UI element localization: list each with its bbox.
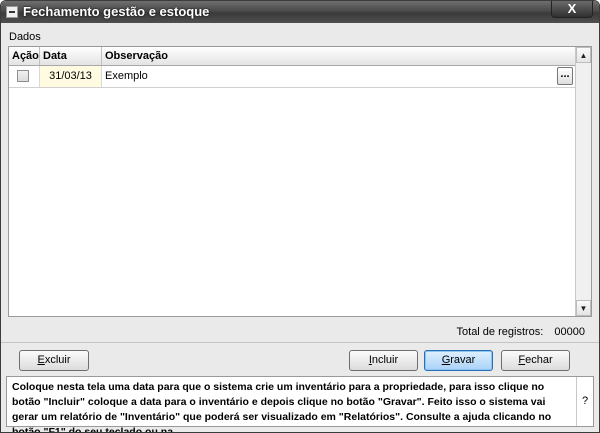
observacao-cell[interactable]: Exemplo ... — [102, 66, 575, 87]
system-menu-icon[interactable] — [6, 6, 18, 18]
date-cell[interactable]: 31/03/13 — [40, 66, 102, 87]
fechar-button[interactable]: Fechar — [501, 350, 570, 371]
excluir-mnemonic: E — [37, 354, 45, 366]
excluir-label: xcluir — [44, 354, 71, 366]
scroll-up-icon[interactable]: ▲ — [576, 47, 591, 63]
column-header-data[interactable]: Data — [40, 47, 102, 65]
scroll-down-icon[interactable]: ▼ — [576, 300, 591, 316]
gravar-mnemonic: G — [441, 354, 451, 366]
vertical-scrollbar[interactable]: ▲ ▼ — [575, 47, 591, 316]
total-value: 00000 — [554, 326, 585, 338]
gravar-label: ravar — [450, 354, 476, 366]
data-grid: Ação Data Observação 31/03/13 Exemplo ..… — [8, 46, 592, 317]
column-header-observacao[interactable]: Observação — [102, 47, 575, 65]
title-bar: Fechamento gestão e estoque X — [1, 1, 599, 23]
acao-checkbox[interactable] — [17, 70, 29, 82]
help-panel: Coloque nesta tela uma data para que o s… — [6, 376, 594, 432]
help-question-icon[interactable]: ? — [576, 377, 593, 426]
total-registros: Total de registros: 00000 — [457, 326, 585, 338]
incluir-button[interactable]: Incluir — [349, 350, 418, 371]
observacao-text: Exemplo — [105, 70, 148, 82]
gravar-button[interactable]: Gravar — [424, 350, 493, 371]
fechar-label: echar — [525, 354, 553, 366]
excluir-button[interactable]: Excluir — [19, 350, 89, 371]
acao-cell — [9, 66, 40, 87]
column-header-acao[interactable]: Ação — [9, 47, 40, 65]
table-row[interactable]: 31/03/13 Exemplo ... — [9, 66, 575, 88]
ellipsis-button[interactable]: ... — [557, 67, 573, 85]
total-label: Total de registros: — [456, 326, 544, 338]
close-button[interactable]: X — [551, 1, 593, 18]
help-text: Coloque nesta tela uma data para que o s… — [12, 381, 552, 433]
window: Fechamento gestão e estoque X Dados Ação… — [0, 0, 600, 433]
section-label: Dados — [9, 31, 41, 43]
incluir-label: ncluir — [371, 354, 399, 366]
grid-header: Ação Data Observação — [9, 47, 575, 66]
window-title: Fechamento gestão e estoque — [23, 4, 210, 19]
divider — [1, 342, 599, 343]
